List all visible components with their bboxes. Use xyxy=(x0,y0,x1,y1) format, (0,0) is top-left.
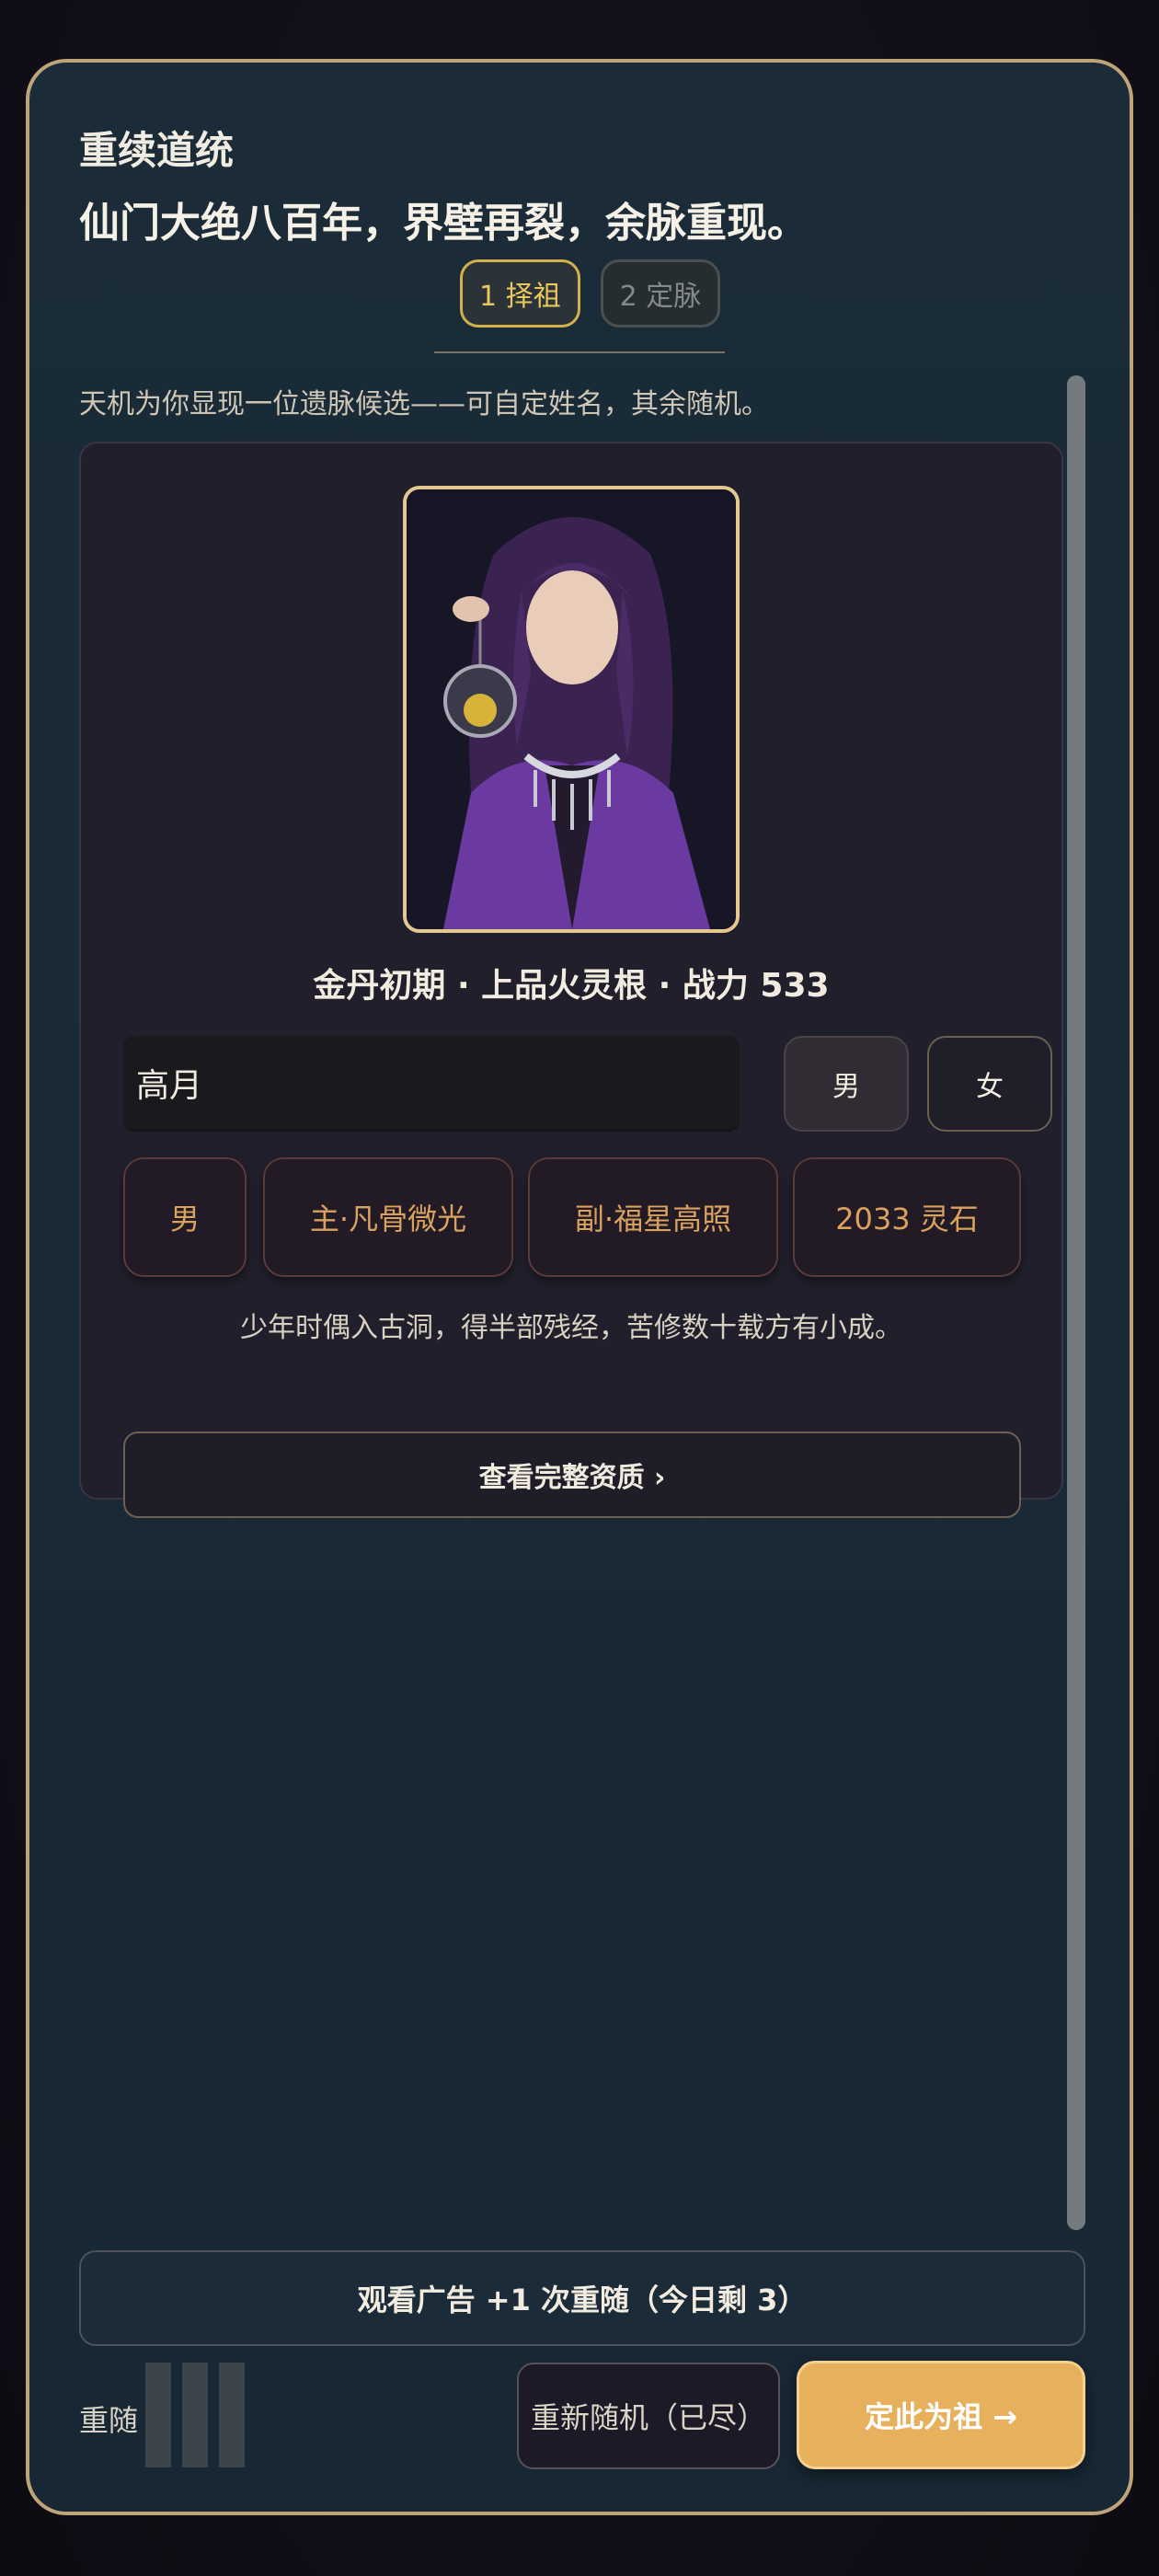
story-headline: 仙门大绝八百年，界壁再裂，余脉重现。 xyxy=(79,200,808,247)
tag-main-root: 主·凡骨微光 xyxy=(263,1157,513,1277)
reroll-label: 重随 xyxy=(79,2403,139,2438)
portrait-art-icon xyxy=(407,489,736,929)
scrollbar[interactable] xyxy=(1067,375,1085,2230)
watch-ad-button[interactable]: 观看广告 +1 次重随（今日剩 3） xyxy=(79,2250,1085,2346)
background-description: 少年时偶入古洞，得半部残经，苦修数十载方有小成。 xyxy=(240,1312,902,1344)
instruction-text: 天机为你显现一位遗脉候选——可自定姓名，其余随机。 xyxy=(79,388,769,420)
gender-female-button[interactable]: 女 xyxy=(927,1036,1052,1132)
step-divider xyxy=(434,351,725,353)
tag-spirit-stones: 2033 灵石 xyxy=(793,1157,1021,1277)
reroll-bar xyxy=(145,2363,171,2467)
page-title: 重续道统 xyxy=(79,128,235,173)
reroll-bar xyxy=(182,2363,208,2467)
view-full-aptitude-button[interactable]: 查看完整资质 › xyxy=(123,1432,1021,1518)
reroll-bar xyxy=(219,2363,245,2467)
gender-male-button[interactable]: 男 xyxy=(784,1036,909,1132)
step-indicator: 1 择祖 2 定脉 xyxy=(460,259,721,328)
tab-step-1[interactable]: 1 择祖 xyxy=(460,259,580,328)
confirm-ancestor-button[interactable]: 定此为祖 → xyxy=(797,2361,1085,2469)
main-panel: 重续道统 仙门大绝八百年，界壁再裂，余脉重现。 1 择祖 2 定脉 天机为你显现… xyxy=(26,59,1133,2515)
reroll-button[interactable]: 重新随机（已尽） xyxy=(517,2363,780,2469)
tag-sub-root: 副·福星高照 xyxy=(528,1157,778,1277)
tab-step-2[interactable]: 2 定脉 xyxy=(600,259,721,328)
reroll-count-meter xyxy=(145,2363,245,2467)
tag-gender: 男 xyxy=(123,1157,247,1277)
cultivation-stats: 金丹初期 · 上品火灵根 · 战力 533 xyxy=(313,967,830,1005)
candidate-card: 金丹初期 · 上品火灵根 · 战力 533 男 女 男 主·凡骨微光 副·福星高… xyxy=(79,442,1063,1518)
character-portrait xyxy=(403,486,740,933)
name-input[interactable] xyxy=(123,1036,740,1132)
